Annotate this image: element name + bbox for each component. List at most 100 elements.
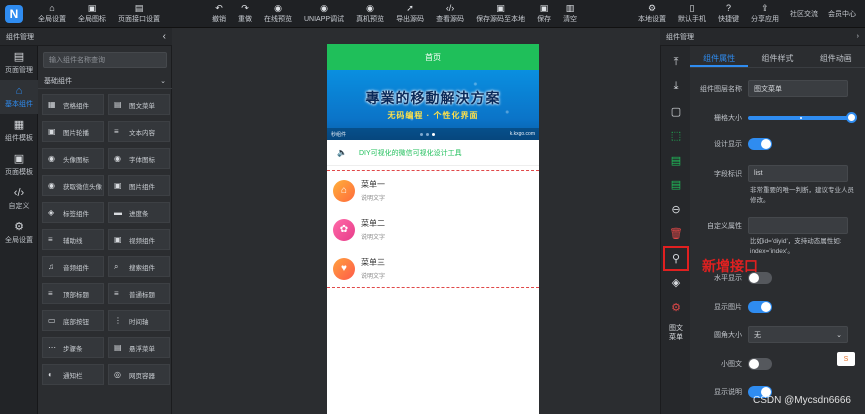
chevron-left-icon[interactable]: ‹ <box>163 31 166 42</box>
component-panel-title: 组件管理 <box>6 33 34 41</box>
show-image-toggle[interactable] <box>748 301 772 313</box>
undo-button[interactable]: ↶ 撤销 <box>206 0 232 28</box>
local-settings-button[interactable]: ⚙ 本地设置 <box>632 0 672 28</box>
component-item[interactable]: ▦ 宫格组件 <box>42 94 104 115</box>
trash-icon: ▥ <box>565 3 575 13</box>
banner-footer: 秒组件 k.kxgo.com <box>327 128 539 140</box>
save-icon: ▣ <box>539 3 549 13</box>
component-item[interactable]: ≡ 顶部标题 <box>42 283 104 304</box>
side-badge[interactable]: S <box>837 352 855 366</box>
uniapp-debug-button[interactable]: ◉ UNIAPP调试 <box>298 0 350 28</box>
clear-button[interactable]: ▥ 清空 <box>557 0 583 28</box>
layer-name-input[interactable]: 图文菜单 <box>748 80 848 97</box>
component-item[interactable]: ⌕ 搜索组件 <box>108 256 170 277</box>
menu-title: 菜单三 <box>361 258 385 267</box>
radius-select[interactable]: 无 ⌄ <box>748 326 848 343</box>
design-show-toggle[interactable] <box>748 138 772 150</box>
document-icon[interactable]: ▤ <box>661 148 691 173</box>
component-group-header[interactable]: 基础组件 ⌄ <box>38 73 172 89</box>
component-item[interactable]: ▭ 底部按钮 <box>42 310 104 331</box>
component-item[interactable]: ▤ 图文菜单 <box>108 94 170 115</box>
component-item[interactable]: ◉ 获取微信头像 <box>42 175 104 196</box>
community-link[interactable]: 社区交流 <box>785 0 823 28</box>
left-icon-rail: ▤ 页面管理 ⌂ 基本组件 ▦ 组件模板 ▣ 页面模板 ‹/› 自定义 ⚙ 全局设置 <box>0 28 38 414</box>
layers-icon[interactable]: ◈ <box>661 271 691 296</box>
menu-title: 菜单二 <box>361 219 385 228</box>
save-button[interactable]: ▣ 保存 <box>531 0 557 28</box>
row-layer-name: 组件图层名称 图文菜单 <box>690 80 865 97</box>
banner-carousel[interactable]: 專業的移動解決方案 无码编程 · 个性化界面 秒组件 k.kxgo.com <box>327 70 539 140</box>
view-source-button[interactable]: ‹/› 查看源码 <box>430 0 470 28</box>
tab-component-animation[interactable]: 组件动画 <box>807 50 865 67</box>
grid-size-slider[interactable] <box>748 112 857 123</box>
component-item[interactable]: ▣ 视频组件 <box>108 229 170 250</box>
menu-item[interactable]: ♥ 菜单三 说明文字 <box>327 249 539 288</box>
online-preview-button[interactable]: ◉ 在线预览 <box>258 0 298 28</box>
component-item[interactable]: ▤ 悬浮菜单 <box>108 337 170 358</box>
rail-item-basic-components[interactable]: ⌂ 基本组件 <box>0 80 38 114</box>
component-item[interactable]: ♫ 音频组件 <box>42 256 104 277</box>
code-icon: ‹/› <box>13 187 25 199</box>
component-item[interactable]: ▣ 图片组件 <box>108 175 170 196</box>
custom-attr-input[interactable] <box>748 217 848 234</box>
component-item[interactable]: ◉ 头像图标 <box>42 148 104 169</box>
rail-item-global-settings[interactable]: ⚙ 全局设置 <box>0 216 38 250</box>
member-center-link[interactable]: 会员中心 <box>823 0 861 28</box>
component-item[interactable]: ◈ 标签组件 <box>42 202 104 223</box>
component-item[interactable]: ◐ 通知栏 <box>42 364 104 385</box>
phone-header[interactable]: 首页 <box>327 44 539 70</box>
component-item[interactable]: ⋮ 时间轴 <box>108 310 170 331</box>
rail-item-component-templates[interactable]: ▦ 组件模板 <box>0 114 38 148</box>
menu-desc: 说明文字 <box>361 196 386 202</box>
property-panel-header: 组件管理 › <box>660 28 865 46</box>
component-item[interactable]: ≡ 文本内容 <box>108 121 170 142</box>
rail-item-page-templates[interactable]: ▣ 页面模板 <box>0 148 38 182</box>
component-item[interactable]: ⋯ 步骤条 <box>42 337 104 358</box>
code-icon: ‹/› <box>445 3 455 13</box>
small-icon-toggle[interactable] <box>748 358 772 370</box>
send-icon: ➚ <box>406 3 414 13</box>
component-search-input[interactable]: 输入组件名称查询 <box>43 52 167 68</box>
video-icon: ▣ <box>114 235 122 244</box>
global-settings-button[interactable]: ⌂ 全局设置 <box>32 0 72 28</box>
redo-icon: ↷ <box>241 3 249 13</box>
share-app-button[interactable]: ⇪ 分享应用 <box>745 0 785 28</box>
save-template-icon[interactable]: ⬚ <box>661 124 691 149</box>
gear-icon[interactable]: ⚙ <box>661 295 691 320</box>
grid-icon: ▦ <box>48 100 56 109</box>
rail-item-page-manage[interactable]: ▤ 页面管理 <box>0 46 38 80</box>
document-edit-icon[interactable]: ▤ <box>661 173 691 198</box>
component-item[interactable]: ≡ 辅助线 <box>42 229 104 250</box>
device-preview-button[interactable]: ◉ 真机预览 <box>350 0 390 28</box>
component-item[interactable]: ▬ 进度条 <box>108 202 170 223</box>
rail-item-custom[interactable]: ‹/› 自定义 <box>0 182 38 216</box>
chevron-right-icon[interactable]: › <box>857 33 859 40</box>
component-item[interactable]: ◉ 字体图标 <box>108 148 170 169</box>
export-source-button[interactable]: ➚ 导出源码 <box>390 0 430 28</box>
tab-component-props[interactable]: 组件属性 <box>690 50 749 67</box>
save-source-local-button[interactable]: ▣ 保存源码至本地 <box>470 0 531 28</box>
grid-icon: ▣ <box>87 3 97 13</box>
image-text-menu[interactable]: ⌂ 菜单一 说明文字 ✿ 菜单二 说明文字 ♥ 菜单三 说明文字 <box>327 170 539 288</box>
page-api-settings-button[interactable]: ▤ 页面接口设置 <box>112 0 166 28</box>
lock-icon[interactable]: ⊖ <box>661 197 691 222</box>
global-icons-button[interactable]: ▣ 全局图标 <box>72 0 112 28</box>
menu-item[interactable]: ✿ 菜单二 说明文字 <box>327 210 539 249</box>
move-bottom-icon[interactable]: ⤓ <box>661 75 691 100</box>
home-icon: ⌂ <box>15 85 23 97</box>
redo-button[interactable]: ↷ 重做 <box>232 0 258 28</box>
link-api-icon[interactable]: ⚲ <box>663 246 689 271</box>
move-top-icon[interactable]: ⤒ <box>661 50 691 75</box>
default-phone-button[interactable]: ▯ 默认手机 <box>672 0 712 28</box>
field-id-input[interactable]: list <box>748 165 848 182</box>
notice-bar[interactable]: 🔈 DIY可视化的微信可视化设计工具 <box>327 140 539 166</box>
row-show-image: 显示图片 <box>690 301 865 313</box>
delete-icon[interactable]: 🗑 <box>661 222 691 247</box>
component-item[interactable]: ▣ 图片轮播 <box>42 121 104 142</box>
copy-icon[interactable]: ▢ <box>661 99 691 124</box>
menu-item[interactable]: ⌂ 菜单一 说明文字 <box>327 171 539 210</box>
component-item[interactable]: ◎ 网页容器 <box>108 364 170 385</box>
shortcuts-button[interactable]: ? 快捷键 <box>712 0 745 28</box>
component-item[interactable]: ≡ 普通标题 <box>108 283 170 304</box>
tab-component-style[interactable]: 组件样式 <box>748 50 806 67</box>
